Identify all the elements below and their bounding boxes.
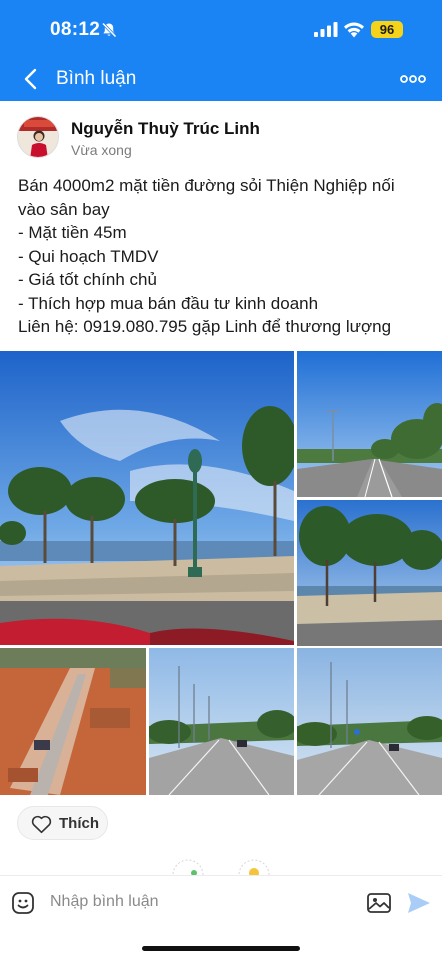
post-time: Vừa xong [71,142,132,158]
wifi-icon [344,22,364,38]
signal-icon [314,22,338,37]
battery-icon: 96 [371,21,403,38]
photo-2[interactable] [297,351,442,497]
post-text-line: - Qui hoạch TMDV [18,246,159,266]
chevron-left-icon[interactable] [20,67,42,91]
sticker-icon[interactable] [11,891,35,915]
photo-6[interactable] [297,648,442,795]
post-text-line: Bán 4000m2 mặt tiền đường sỏi Thiện Nghi… [18,176,395,195]
reaction-emoji-icon [170,857,206,875]
send-icon[interactable] [406,891,432,915]
comment-composer: Nhập bình luận [0,875,442,960]
photo-5[interactable] [149,648,294,795]
post-text-line: - Mặt tiền 45m [18,223,127,242]
page-title: Bình luận [56,68,137,89]
bell-slash-icon [101,22,117,38]
photo-grid [0,351,442,795]
photo-4[interactable] [0,648,146,795]
post-text-line: Liên hệ: 0919.080.795 gặp Linh để thương… [18,317,392,336]
reaction-emoji-icon [236,857,272,875]
post-text-line: - Giá tốt chính chủ [18,270,157,289]
post-text-line: vào sân bay [18,199,110,219]
photo-3[interactable] [297,500,442,646]
home-indicator [142,946,300,951]
nav-bar: Bình luận [0,58,442,101]
comment-input[interactable]: Nhập bình luận [50,893,159,911]
app-header: 08:12 96 Bình luận [0,0,442,101]
post-text-line: - Thích hợp mua bán đầu tư kinh doanh [18,293,319,313]
like-button[interactable]: Thích [17,806,108,840]
heart-icon [31,815,52,834]
post-author: Nguyễn Thuỳ Trúc Linh Vừa xong [0,101,442,171]
author-name[interactable]: Nguyễn Thuỳ Trúc Linh [71,119,260,139]
avatar[interactable] [17,116,59,158]
status-bar: 08:12 96 [0,0,442,58]
more-horizontal-icon[interactable] [400,74,426,84]
like-label: Thích [59,815,99,832]
photo-1[interactable] [0,351,294,645]
status-time: 08:12 [50,19,101,40]
post-text: Bán 4000m2 mặt tiền đường sỏi Thiện Nghi… [18,174,428,339]
image-icon[interactable] [366,891,392,915]
